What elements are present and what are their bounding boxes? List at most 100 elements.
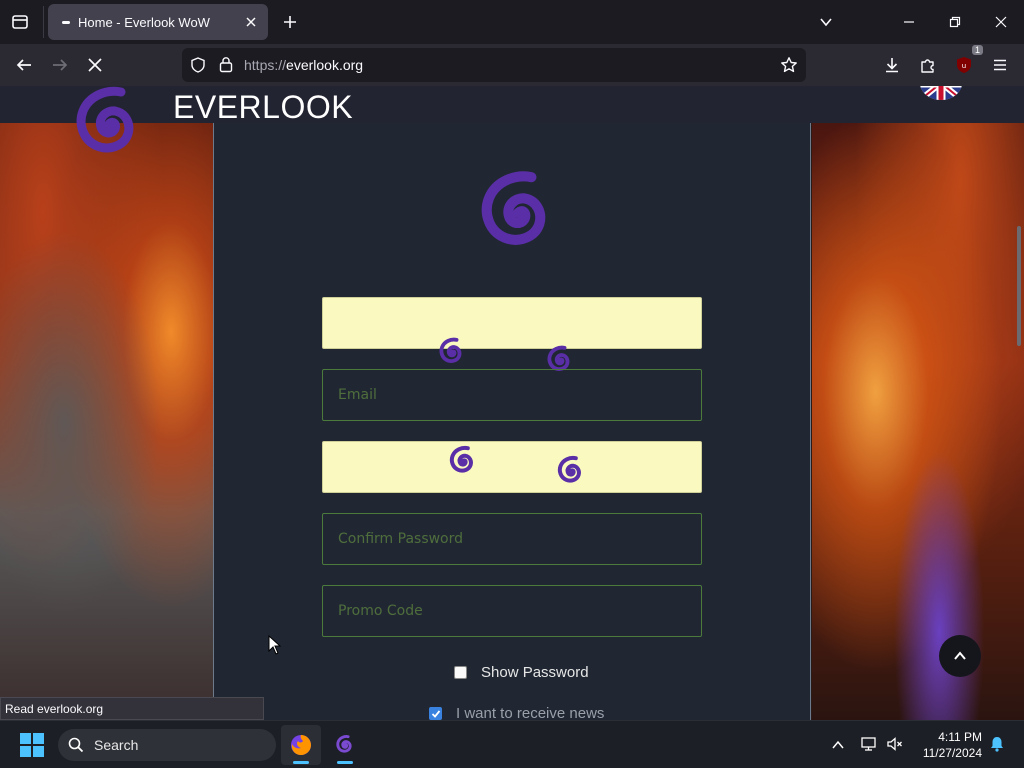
window-close-button[interactable] (985, 6, 1017, 38)
email-field[interactable] (322, 369, 702, 421)
downloads-button[interactable] (877, 50, 907, 80)
ublock-shield-icon: u (957, 57, 971, 73)
url-scheme: https:// (244, 57, 287, 73)
download-icon (886, 58, 898, 73)
app-menu-button[interactable] (985, 50, 1015, 80)
panel-logo (460, 157, 576, 274)
network-icon[interactable] (860, 735, 878, 753)
clock-date: 11/27/2024 (922, 746, 982, 760)
address-bar[interactable]: https://everlook.org (182, 48, 806, 82)
url-text[interactable]: https://everlook.org (244, 57, 363, 73)
site-name[interactable]: EVERLOOK (173, 89, 353, 126)
close-icon (995, 16, 1007, 28)
username-input[interactable] (323, 298, 701, 348)
password-input[interactable] (323, 442, 701, 492)
tab-loading-icon (62, 20, 70, 24)
username-field[interactable] (322, 297, 702, 349)
site-logo[interactable] (50, 86, 168, 179)
tab-separator (43, 6, 44, 38)
shield-icon[interactable] (190, 57, 206, 73)
background-art-left (0, 122, 214, 720)
hamburger-menu-icon (994, 59, 1006, 71)
url-host: everlook.org (286, 57, 364, 73)
spiral-decoration-icon (557, 455, 581, 483)
browser-nav-bar: https://everlook.org u 1 (0, 44, 1024, 86)
ublock-extension-button[interactable]: u 1 (949, 45, 983, 80)
checkmark-icon (431, 709, 440, 718)
receive-news-label[interactable]: I want to receive news (456, 705, 604, 720)
bookmark-star-icon[interactable] (780, 56, 798, 74)
scroll-to-top-button[interactable] (939, 635, 981, 677)
taskbar-everlook-app[interactable] (325, 725, 365, 765)
back-button[interactable] (9, 50, 39, 80)
restore-button[interactable] (939, 6, 971, 38)
stop-icon (88, 58, 102, 72)
tab-title: Home - Everlook WoW (78, 14, 210, 30)
restore-icon (949, 16, 961, 28)
clock-time: 4:11 PM (938, 730, 982, 744)
taskbar-search[interactable]: Search (58, 729, 276, 761)
puzzle-icon (921, 59, 934, 73)
windows-logo-icon (33, 733, 44, 744)
windows-logo-icon (33, 746, 44, 757)
spiral-decoration-icon (449, 445, 473, 473)
search-label: Search (94, 737, 139, 753)
email-input[interactable] (323, 370, 701, 420)
lock-icon[interactable] (218, 56, 234, 73)
arrow-right-icon (53, 59, 68, 71)
stop-loading-button[interactable] (80, 50, 110, 80)
tab-list-icon (12, 15, 28, 29)
close-icon (246, 17, 256, 27)
search-icon (68, 737, 84, 753)
arrow-left-icon (16, 59, 31, 71)
active-indicator (293, 761, 309, 764)
chevron-down-icon (820, 18, 832, 27)
spiral-logo-icon (481, 171, 546, 245)
firefox-icon (291, 735, 311, 755)
tab-close-button[interactable] (242, 13, 260, 31)
promo-code-field[interactable] (322, 585, 702, 637)
minimize-button[interactable] (893, 6, 925, 38)
new-tab-button[interactable] (276, 8, 304, 36)
receive-news-row[interactable]: I want to receive news (429, 705, 604, 720)
spiral-decoration-icon (439, 337, 462, 363)
confirm-password-input[interactable] (323, 514, 701, 564)
taskbar-clock[interactable]: 4:11 PM 11/27/2024 (912, 729, 982, 761)
background-art-right (812, 122, 1024, 720)
confirm-password-field[interactable] (322, 513, 702, 565)
speaker-muted-icon[interactable] (886, 735, 904, 753)
show-password-label[interactable]: Show Password (481, 664, 589, 681)
promo-code-input[interactable] (323, 586, 701, 636)
spiral-logo-icon (336, 735, 352, 753)
language-selector[interactable] (920, 86, 962, 100)
link-status-bar: Read everlook.org (0, 697, 264, 720)
start-button[interactable] (20, 733, 44, 757)
browser-tab-bar: Home - Everlook WoW (0, 0, 1024, 44)
windows-taskbar: Search 4:11 PM 11/27/2024 (0, 720, 1024, 768)
password-field[interactable] (322, 441, 702, 493)
windows-logo-icon (20, 733, 31, 744)
site-header: EVERLOOK (0, 86, 1024, 153)
page-scrollbar[interactable] (1017, 226, 1021, 346)
plus-icon (284, 16, 296, 28)
svg-text:u: u (962, 62, 966, 70)
tab-overview-button[interactable] (6, 8, 34, 36)
active-indicator (337, 761, 353, 764)
taskbar-firefox[interactable] (281, 725, 321, 765)
receive-news-checkbox[interactable] (429, 707, 442, 720)
show-password-checkbox[interactable] (454, 666, 467, 679)
show-password-row[interactable]: Show Password (454, 664, 589, 681)
browser-tab-active[interactable]: Home - Everlook WoW (48, 4, 268, 40)
web-page: EVERLOOK Email Promo Code Show Password … (0, 86, 1024, 720)
windows-logo-icon (20, 746, 31, 757)
minimize-icon (904, 21, 914, 23)
forward-button[interactable] (45, 50, 75, 80)
uk-flag-icon (920, 86, 962, 100)
notification-bell-icon[interactable] (988, 735, 1006, 753)
spiral-logo-icon (76, 86, 134, 153)
chevron-up-icon (954, 651, 966, 660)
extensions-button[interactable] (913, 50, 943, 80)
registration-panel: Show Password I want to receive news (213, 123, 811, 720)
chevron-up-icon[interactable] (831, 738, 845, 752)
list-all-tabs-button[interactable] (810, 6, 842, 38)
